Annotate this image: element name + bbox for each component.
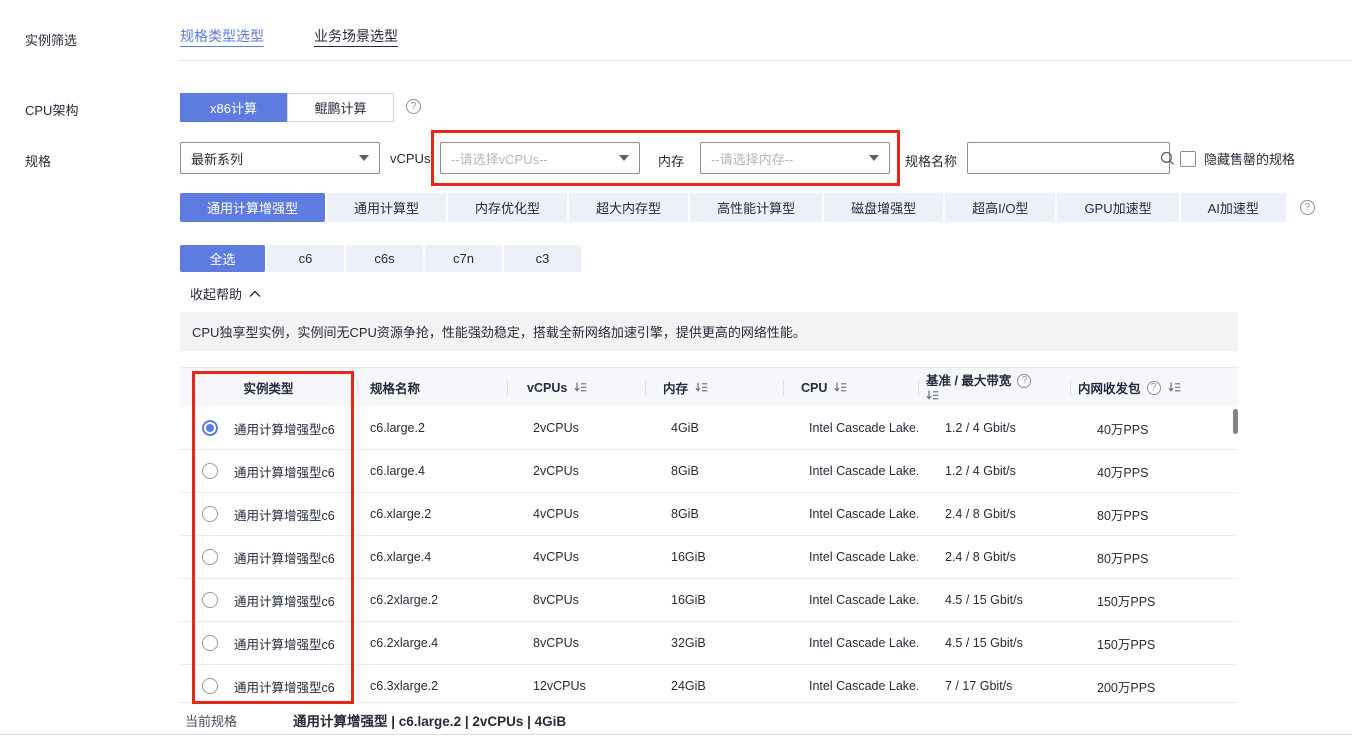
col-header-pps: 内网收发包 ? (1070, 368, 1238, 407)
sort-icon[interactable] (695, 381, 708, 394)
hide-soldout-label: 隐藏售罄的规格 (1204, 149, 1295, 168)
col-header-spec-name: 规格名称 (357, 368, 507, 407)
category-tab-memory-optimized[interactable]: 内存优化型 (448, 193, 567, 222)
collapse-help-toggle[interactable]: 收起帮助 (190, 284, 261, 303)
table-row[interactable]: 通用计算增强型c6 c6.2xlarge.4 8vCPUs 32GiB Inte… (180, 622, 1238, 665)
col-header-vcpus: vCPUs (507, 368, 645, 407)
category-tab-gpu-accelerated[interactable]: GPU加速型 (1057, 193, 1178, 222)
tab-spec-type-selection[interactable]: 规格类型选型 (180, 26, 264, 46)
current-spec-row: 当前规格 通用计算增强型 | c6.large.2 | 2vCPUs | 4Gi… (185, 710, 566, 730)
family-tab-c7n[interactable]: c7n (425, 245, 502, 272)
category-tabs: 通用计算增强型 通用计算型 内存优化型 超大内存型 高性能计算型 磁盘增强型 超… (180, 193, 1315, 222)
row-radio[interactable] (202, 506, 218, 522)
chevron-down-icon (359, 155, 369, 161)
table-row[interactable]: 通用计算增强型c6 c6.xlarge.2 4vCPUs 8GiB Intel … (180, 493, 1238, 536)
category-tab-disk-intensive[interactable]: 磁盘增强型 (824, 193, 943, 222)
table-row[interactable]: 通用计算增强型c6 c6.large.4 2vCPUs 8GiB Intel C… (180, 450, 1238, 493)
spec-label: 规格 (25, 151, 51, 170)
category-tab-general-computing[interactable]: 通用计算型 (327, 193, 446, 222)
sort-icon[interactable] (834, 381, 847, 394)
spec-table: 实例类型 规格名称 vCPUs 内存 CPU (180, 367, 1238, 703)
spec-name-label: 规格名称 (905, 151, 957, 170)
family-tab-c6s[interactable]: c6s (346, 245, 423, 272)
cpu-arch-help-icon[interactable]: ? (406, 99, 421, 114)
family-tab-all[interactable]: 全选 (180, 245, 265, 272)
row-radio[interactable] (202, 592, 218, 608)
row-radio[interactable] (202, 678, 218, 694)
bandwidth-help-icon[interactable]: ? (1017, 374, 1031, 388)
pps-help-icon[interactable]: ? (1147, 381, 1161, 395)
sort-icon[interactable] (574, 381, 587, 394)
tab-business-scenario-selection[interactable]: 业务场景选型 (314, 26, 398, 46)
family-tab-c6[interactable]: c6 (267, 245, 344, 272)
hide-soldout-wrap: 隐藏售罄的规格 (1180, 149, 1295, 168)
row-radio[interactable] (202, 549, 218, 565)
collapse-help-label: 收起帮助 (190, 284, 242, 303)
col-header-memory: 内存 (645, 368, 783, 407)
filter-mode-tabs: 规格类型选型 业务场景选型 (180, 26, 398, 46)
vcpus-select[interactable]: --请选择vCPUs-- (440, 142, 640, 174)
table-row[interactable]: 通用计算增强型c6 c6.large.2 2vCPUs 4GiB Intel C… (180, 407, 1238, 450)
memory-select-placeholder: --请选择内存-- (711, 149, 863, 168)
bottom-divider (0, 734, 1352, 735)
vcpus-label: vCPUs (390, 151, 430, 166)
sort-icon[interactable] (926, 389, 1031, 402)
col-header-instance-type: 实例类型 (180, 368, 357, 407)
category-tab-ai-accelerated[interactable]: AI加速型 (1181, 193, 1286, 222)
col-header-cpu: CPU (783, 368, 918, 407)
category-tab-high-performance[interactable]: 高性能计算型 (690, 193, 822, 222)
family-tab-c3[interactable]: c3 (504, 245, 581, 272)
help-text-bar: CPU独享型实例，实例间无CPU资源争抢，性能强劲稳定，搭载全新网络加速引擎，提… (180, 312, 1238, 351)
chevron-down-icon (619, 155, 629, 161)
spec-table-header: 实例类型 规格名称 vCPUs 内存 CPU (180, 367, 1238, 407)
cpu-arch-label: CPU架构 (25, 100, 78, 119)
sort-icon[interactable] (1168, 381, 1181, 394)
current-spec-label: 当前规格 (185, 711, 293, 730)
cpu-arch-x86-button[interactable]: x86计算 (180, 93, 287, 122)
category-help-icon[interactable]: ? (1300, 200, 1315, 215)
cpu-arch-kunpeng-button[interactable]: 鲲鹏计算 (287, 93, 394, 122)
instance-filter-label: 实例筛选 (25, 30, 77, 49)
chevron-up-icon (249, 290, 261, 298)
category-tab-general-computing-plus[interactable]: 通用计算增强型 (180, 193, 325, 222)
spec-name-search-input[interactable] (968, 143, 1160, 173)
row-radio[interactable] (202, 463, 218, 479)
help-text: CPU独享型实例，实例间无CPU资源争抢，性能强劲稳定，搭载全新网络加速引擎，提… (192, 322, 806, 341)
vcpus-select-placeholder: --请选择vCPUs-- (451, 149, 613, 168)
category-tab-large-memory[interactable]: 超大内存型 (569, 193, 688, 222)
col-header-bandwidth: 基准 / 最大带宽 ? (918, 368, 1070, 407)
tabs-divider (180, 60, 1352, 61)
category-tab-ultra-high-io[interactable]: 超高I/O型 (945, 193, 1055, 222)
table-row[interactable]: 通用计算增强型c6 c6.2xlarge.2 8vCPUs 16GiB Inte… (180, 579, 1238, 622)
current-spec-value: 通用计算增强型 | c6.large.2 | 2vCPUs | 4GiB (293, 710, 566, 730)
spec-name-search (967, 142, 1170, 174)
chevron-down-icon (869, 155, 879, 161)
spec-selection-page: 实例筛选 CPU架构 规格 规格类型选型 业务场景选型 x86计算 鲲鹏计算 ?… (0, 0, 1352, 738)
series-select[interactable]: 最新系列 (180, 142, 380, 174)
cpu-arch-group: x86计算 鲲鹏计算 (180, 93, 394, 122)
memory-label: 内存 (658, 151, 684, 170)
row-radio[interactable] (202, 420, 218, 436)
hide-soldout-checkbox[interactable] (1180, 151, 1196, 167)
series-select-value: 最新系列 (191, 149, 353, 168)
row-radio[interactable] (202, 635, 218, 651)
family-tabs: 全选 c6 c6s c7n c3 (180, 245, 581, 272)
table-scrollbar-thumb[interactable] (1233, 409, 1238, 434)
memory-select[interactable]: --请选择内存-- (700, 142, 890, 174)
table-row[interactable]: 通用计算增强型c6 c6.xlarge.4 4vCPUs 16GiB Intel… (180, 536, 1238, 579)
table-row[interactable]: 通用计算增强型c6 c6.3xlarge.2 12vCPUs 24GiB Int… (180, 665, 1238, 703)
